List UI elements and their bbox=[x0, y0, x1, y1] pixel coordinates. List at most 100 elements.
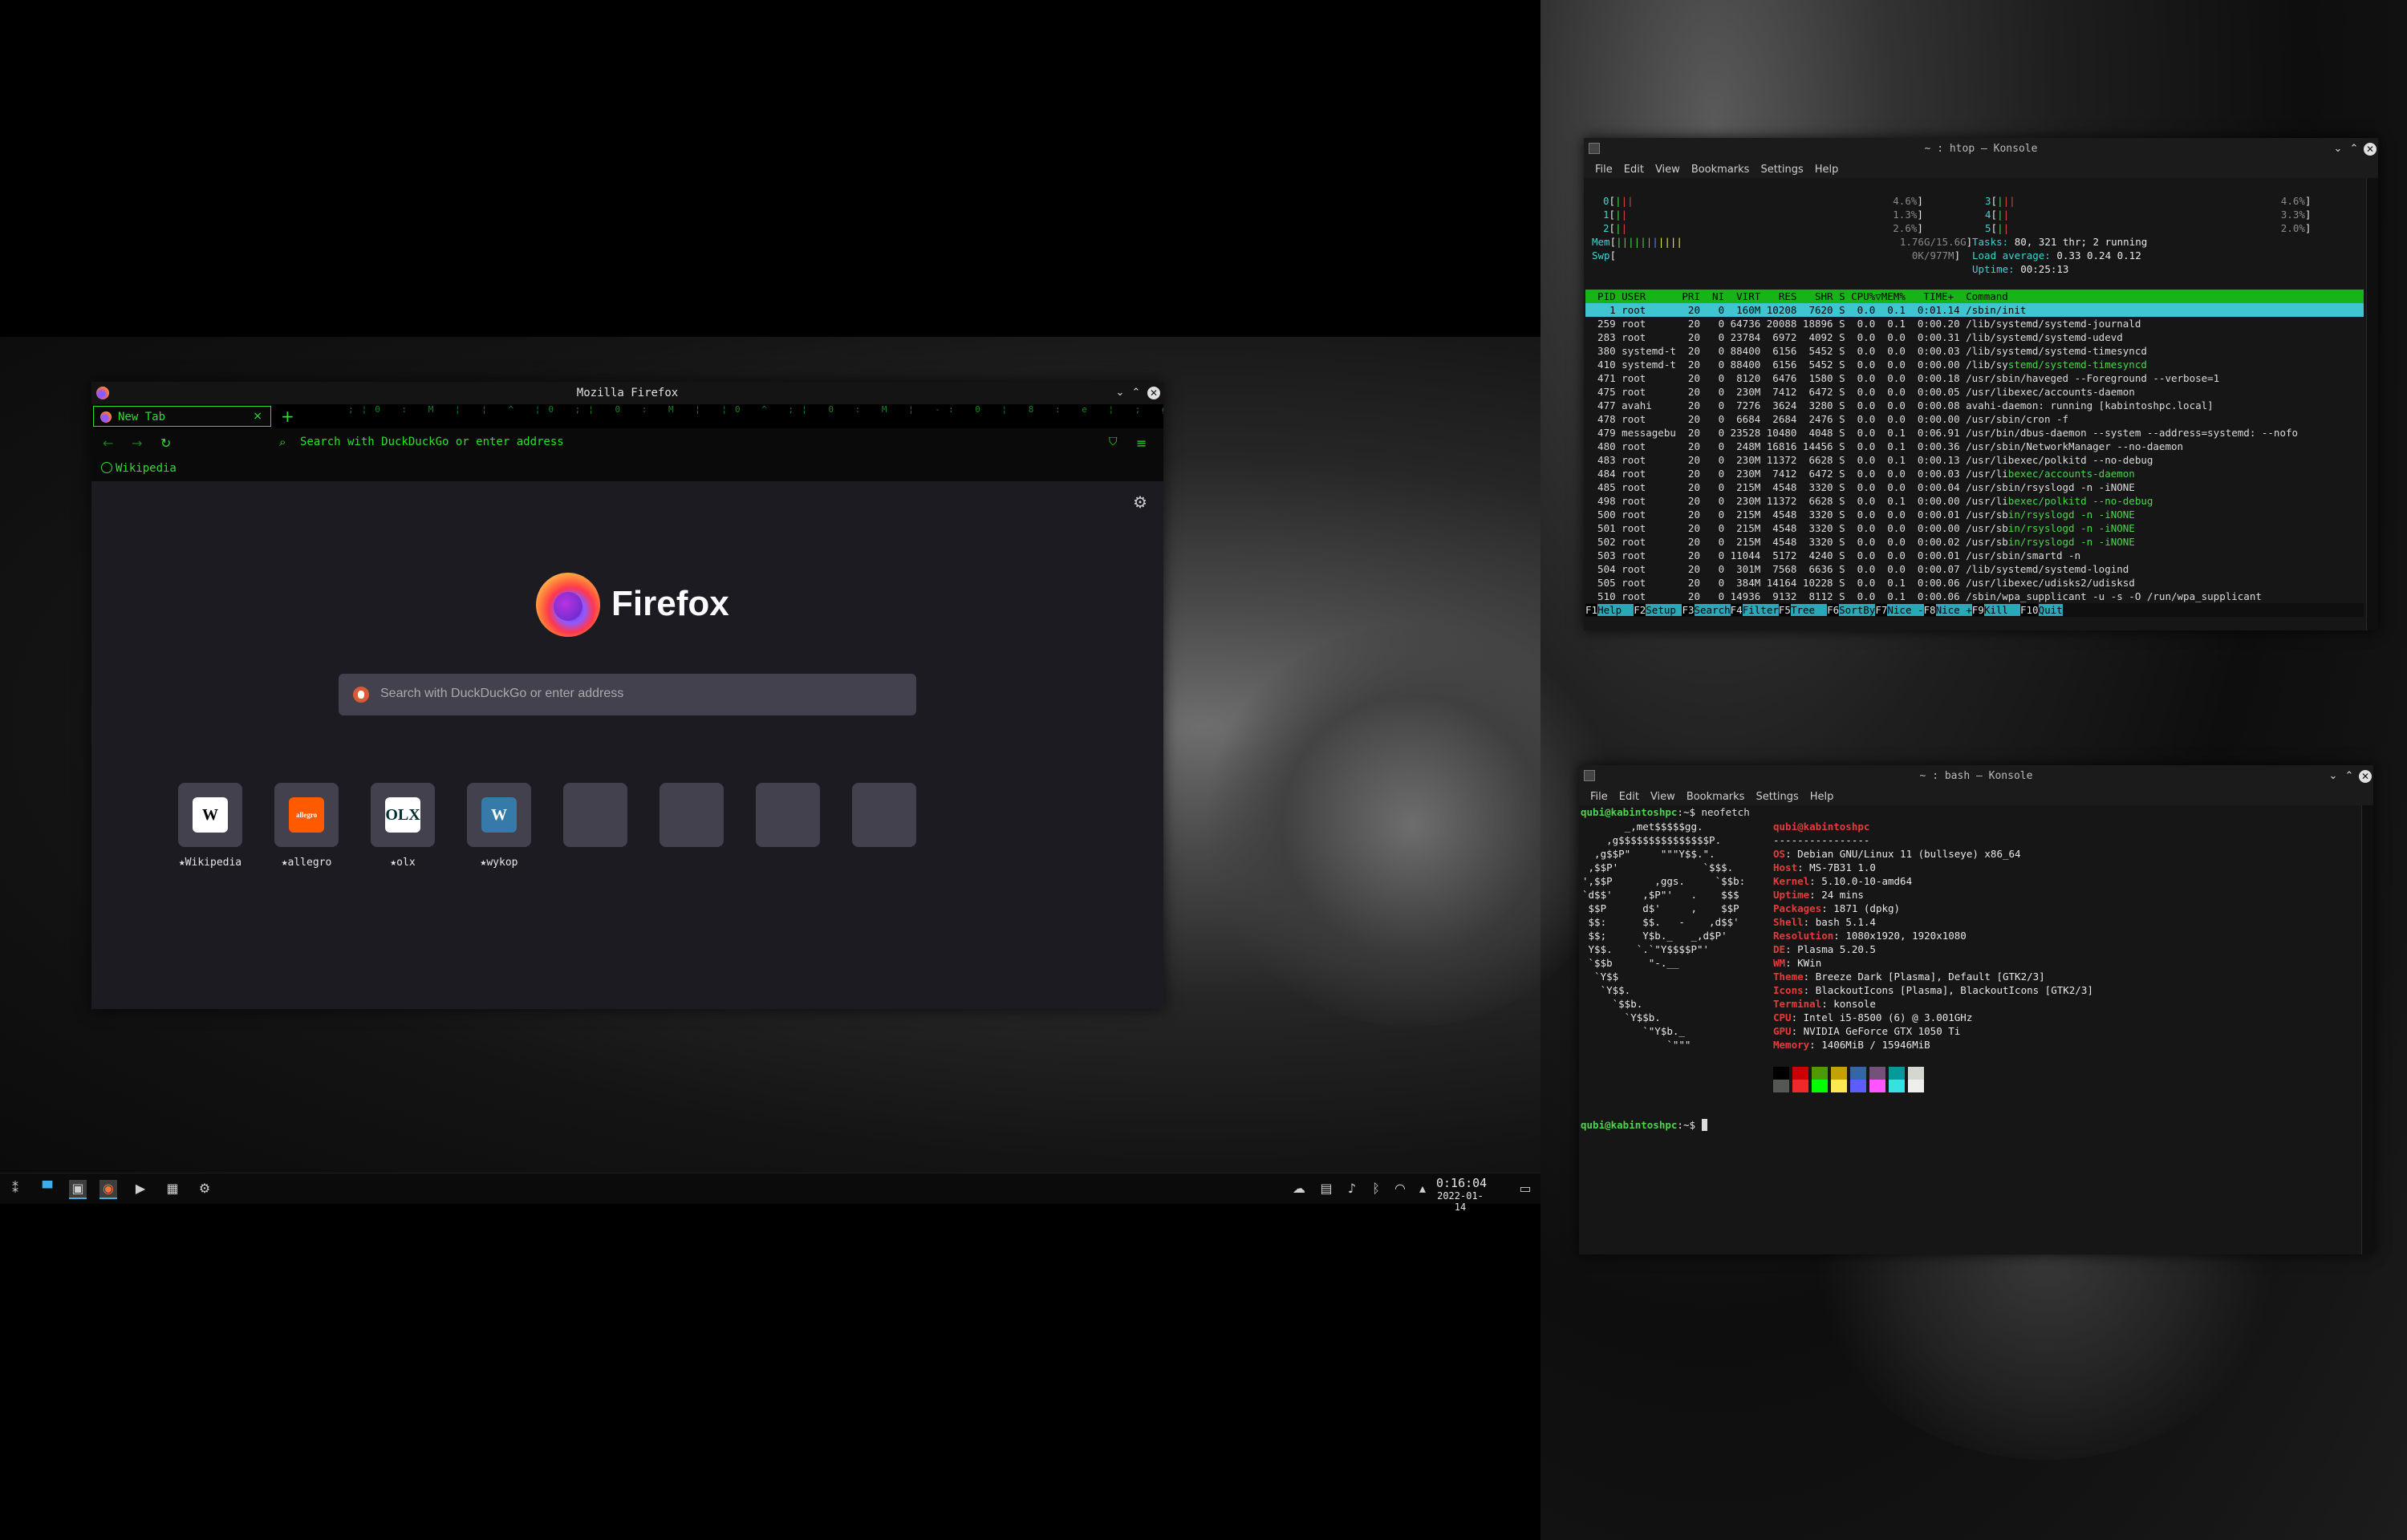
menu-edit[interactable]: Edit bbox=[1624, 164, 1644, 176]
maximize-icon[interactable]: ⌃ bbox=[2348, 143, 2360, 156]
forward-icon[interactable]: → bbox=[132, 436, 142, 451]
process-row[interactable]: 483 root 20 0 230M 11372 6628 S 0.0 0.1 … bbox=[1585, 453, 2298, 467]
menu-view[interactable]: View bbox=[1650, 791, 1675, 803]
process-row[interactable]: 283 root 20 0 23784 6972 4092 S 0.0 0.0 … bbox=[1585, 330, 2298, 344]
konsole-titlebar[interactable]: ~ : bash — Konsole ⌄ ⌃ ✕ bbox=[1579, 765, 2373, 788]
process-row[interactable]: 504 root 20 0 301M 7568 6636 S 0.0 0.0 0… bbox=[1585, 562, 2298, 576]
function-key[interactable]: F9 bbox=[1971, 604, 1984, 616]
function-key-label[interactable]: Setup bbox=[1646, 604, 1682, 616]
show-desktop-icon[interactable]: ▭ bbox=[1516, 1180, 1534, 1198]
function-key[interactable]: F7 bbox=[1875, 604, 1888, 616]
process-row[interactable]: 510 root 20 0 14936 9132 8112 S 0.0 0.1 … bbox=[1585, 590, 2298, 603]
function-key[interactable]: F8 bbox=[1923, 604, 1936, 616]
scrollbar[interactable] bbox=[2366, 178, 2378, 630]
function-key-label[interactable]: Help bbox=[1597, 604, 1634, 616]
process-row[interactable]: 471 root 20 0 8120 6476 1580 S 0.0 0.0 0… bbox=[1585, 371, 2298, 385]
process-row[interactable]: 410 systemd-t 20 0 88400 6156 5452 S 0.0… bbox=[1585, 358, 2298, 371]
firefox-task-icon[interactable]: ◉ bbox=[99, 1180, 117, 1199]
system-tray-expand-icon[interactable]: ▴ bbox=[1414, 1180, 1431, 1198]
function-key[interactable]: F1 bbox=[1585, 604, 1598, 616]
function-key-label[interactable]: Filter bbox=[1742, 604, 1779, 616]
menu-icon[interactable]: ≡ bbox=[1136, 436, 1147, 451]
function-key-label[interactable]: Nice + bbox=[1935, 604, 1972, 616]
new-tab-icon[interactable]: + bbox=[281, 407, 294, 426]
close-icon[interactable]: ✕ bbox=[1147, 387, 1160, 399]
function-key[interactable]: F5 bbox=[1778, 604, 1791, 616]
digital-clock[interactable]: 0:16:04 2022-01-14 bbox=[1436, 1176, 1487, 1213]
function-key[interactable]: F2 bbox=[1634, 604, 1646, 616]
menu-help[interactable]: Help bbox=[1810, 791, 1834, 803]
function-key-label[interactable]: SortBy bbox=[1839, 604, 1876, 616]
application-launcher-icon[interactable]: ⁑ bbox=[6, 1180, 24, 1198]
tab-new-tab[interactable]: New Tab × bbox=[93, 406, 271, 427]
url-bar[interactable]: ⌕ Search with DuckDuckGo or enter addres… bbox=[276, 433, 1110, 452]
function-key[interactable]: F10 bbox=[2019, 604, 2039, 616]
menu-file[interactable]: File bbox=[1595, 164, 1613, 176]
process-row[interactable]: 503 root 20 0 11044 5172 4240 S 0.0 0.0 … bbox=[1585, 549, 2298, 562]
wifi-icon[interactable]: ◠ bbox=[1391, 1180, 1409, 1198]
process-table-header[interactable]: PID USER PRI NI VIRT RES SHR S CPU%▽MEM%… bbox=[1585, 290, 2364, 303]
shortcut-tile[interactable]: OLX bbox=[371, 783, 435, 847]
bluetooth-icon[interactable]: ᛒ bbox=[1367, 1180, 1385, 1198]
media-player-icon[interactable]: ▶ bbox=[132, 1180, 149, 1198]
process-row[interactable]: 505 root 20 0 384M 14164 10228 S 0.0 0.1… bbox=[1585, 576, 2298, 590]
volume-icon[interactable]: ♪ bbox=[1343, 1180, 1361, 1198]
vault-icon[interactable]: ☁ bbox=[1290, 1180, 1308, 1198]
konsole-task-icon[interactable]: ▣ bbox=[69, 1180, 87, 1199]
shortcut-tile[interactable] bbox=[756, 783, 820, 847]
current-prompt[interactable]: qubi@kabintoshpc:~$ bbox=[1581, 1118, 1708, 1132]
clipboard-icon[interactable]: ▤ bbox=[1317, 1180, 1335, 1198]
function-key[interactable]: F3 bbox=[1682, 604, 1695, 616]
menu-help[interactable]: Help bbox=[1815, 164, 1839, 176]
konsole-titlebar[interactable]: ~ : htop — Konsole ⌄ ⌃ ✕ bbox=[1584, 138, 2378, 160]
pocket-icon[interactable]: ⛉ bbox=[1109, 436, 1118, 448]
function-key-label[interactable]: Nice - bbox=[1887, 604, 1924, 616]
bash-konsole-window[interactable]: ~ : bash — Konsole ⌄ ⌃ ✕ File Edit View Boo… bbox=[1579, 765, 2373, 1254]
menu-edit[interactable]: Edit bbox=[1619, 791, 1639, 803]
system-settings-icon[interactable]: ⚙ bbox=[196, 1180, 213, 1198]
firefox-window[interactable]: Mozilla Firefox ⌄ ⌃ ✕ ;¦0 : M ¦ ¦ ^ ¦0 ;… bbox=[91, 382, 1163, 1009]
shortcut-tile[interactable]: allegro bbox=[274, 783, 339, 847]
calculator-icon[interactable]: ▦ bbox=[164, 1180, 181, 1198]
process-row[interactable]: 500 root 20 0 215M 4548 3320 S 0.0 0.0 0… bbox=[1585, 508, 2298, 521]
process-row[interactable]: 475 root 20 0 230M 7412 6472 S 0.0 0.0 0… bbox=[1585, 385, 2298, 399]
process-row[interactable]: 480 root 20 0 248M 16816 14456 S 0.0 0.1… bbox=[1585, 440, 2298, 453]
function-key-label[interactable]: Tree bbox=[1790, 604, 1828, 616]
menu-bookmarks[interactable]: Bookmarks bbox=[1687, 791, 1745, 803]
function-key-label[interactable]: Kill bbox=[1983, 604, 2020, 616]
process-row[interactable]: 259 root 20 0 64736 20088 18896 S 0.0 0.… bbox=[1585, 317, 2298, 330]
shortcut-tile[interactable]: W bbox=[467, 783, 531, 847]
function-key-label[interactable]: Quit bbox=[2038, 604, 2063, 616]
reload-icon[interactable]: ↻ bbox=[160, 436, 171, 451]
scrollbar[interactable] bbox=[2361, 805, 2373, 1254]
shortcut-tile[interactable] bbox=[660, 783, 724, 847]
shortcut-tile[interactable]: W bbox=[178, 783, 242, 847]
shortcut-tile[interactable] bbox=[852, 783, 916, 847]
process-row[interactable]: 498 root 20 0 230M 11372 6628 S 0.0 0.1 … bbox=[1585, 494, 2298, 508]
settings-gear-icon[interactable]: ⚙ bbox=[1133, 492, 1147, 512]
process-row[interactable]: 485 root 20 0 215M 4548 3320 S 0.0 0.0 0… bbox=[1585, 480, 2298, 494]
menu-bookmarks[interactable]: Bookmarks bbox=[1691, 164, 1750, 176]
firefox-titlebar[interactable]: Mozilla Firefox ⌄ ⌃ ✕ bbox=[91, 382, 1163, 404]
process-row[interactable]: 502 root 20 0 215M 4548 3320 S 0.0 0.0 0… bbox=[1585, 535, 2298, 549]
maximize-icon[interactable]: ⌃ bbox=[1130, 387, 1143, 399]
menu-settings[interactable]: Settings bbox=[1756, 791, 1798, 803]
function-key[interactable]: F4 bbox=[1730, 604, 1743, 616]
menu-file[interactable]: File bbox=[1590, 791, 1608, 803]
menu-view[interactable]: View bbox=[1655, 164, 1680, 176]
process-row[interactable]: 478 root 20 0 6684 2684 2476 S 0.0 0.0 0… bbox=[1585, 412, 2298, 426]
process-row[interactable]: 501 root 20 0 215M 4548 3320 S 0.0 0.0 0… bbox=[1585, 521, 2298, 535]
minimize-icon[interactable]: ⌄ bbox=[2332, 143, 2344, 156]
minimize-icon[interactable]: ⌄ bbox=[1114, 387, 1126, 399]
maximize-icon[interactable]: ⌃ bbox=[2343, 770, 2356, 783]
search-box[interactable]: Search with DuckDuckGo or enter address bbox=[339, 674, 916, 715]
function-key[interactable]: F6 bbox=[1827, 604, 1840, 616]
process-row[interactable]: 484 root 20 0 230M 7412 6472 S 0.0 0.0 0… bbox=[1585, 467, 2298, 480]
process-row[interactable]: 380 systemd-t 20 0 88400 6156 5452 S 0.0… bbox=[1585, 344, 2298, 358]
process-row[interactable]: 479 messagebu 20 0 23528 10480 4048 S 0.… bbox=[1585, 426, 2298, 440]
function-key-label[interactable]: Search bbox=[1694, 604, 1731, 616]
process-row-selected[interactable]: 1 root 20 0 160M 10208 7620 S 0.0 0.1 0:… bbox=[1585, 303, 2364, 317]
file-manager-icon[interactable]: ▀ bbox=[39, 1180, 56, 1198]
shortcut-tile[interactable] bbox=[563, 783, 627, 847]
close-icon[interactable]: ✕ bbox=[2359, 770, 2372, 783]
